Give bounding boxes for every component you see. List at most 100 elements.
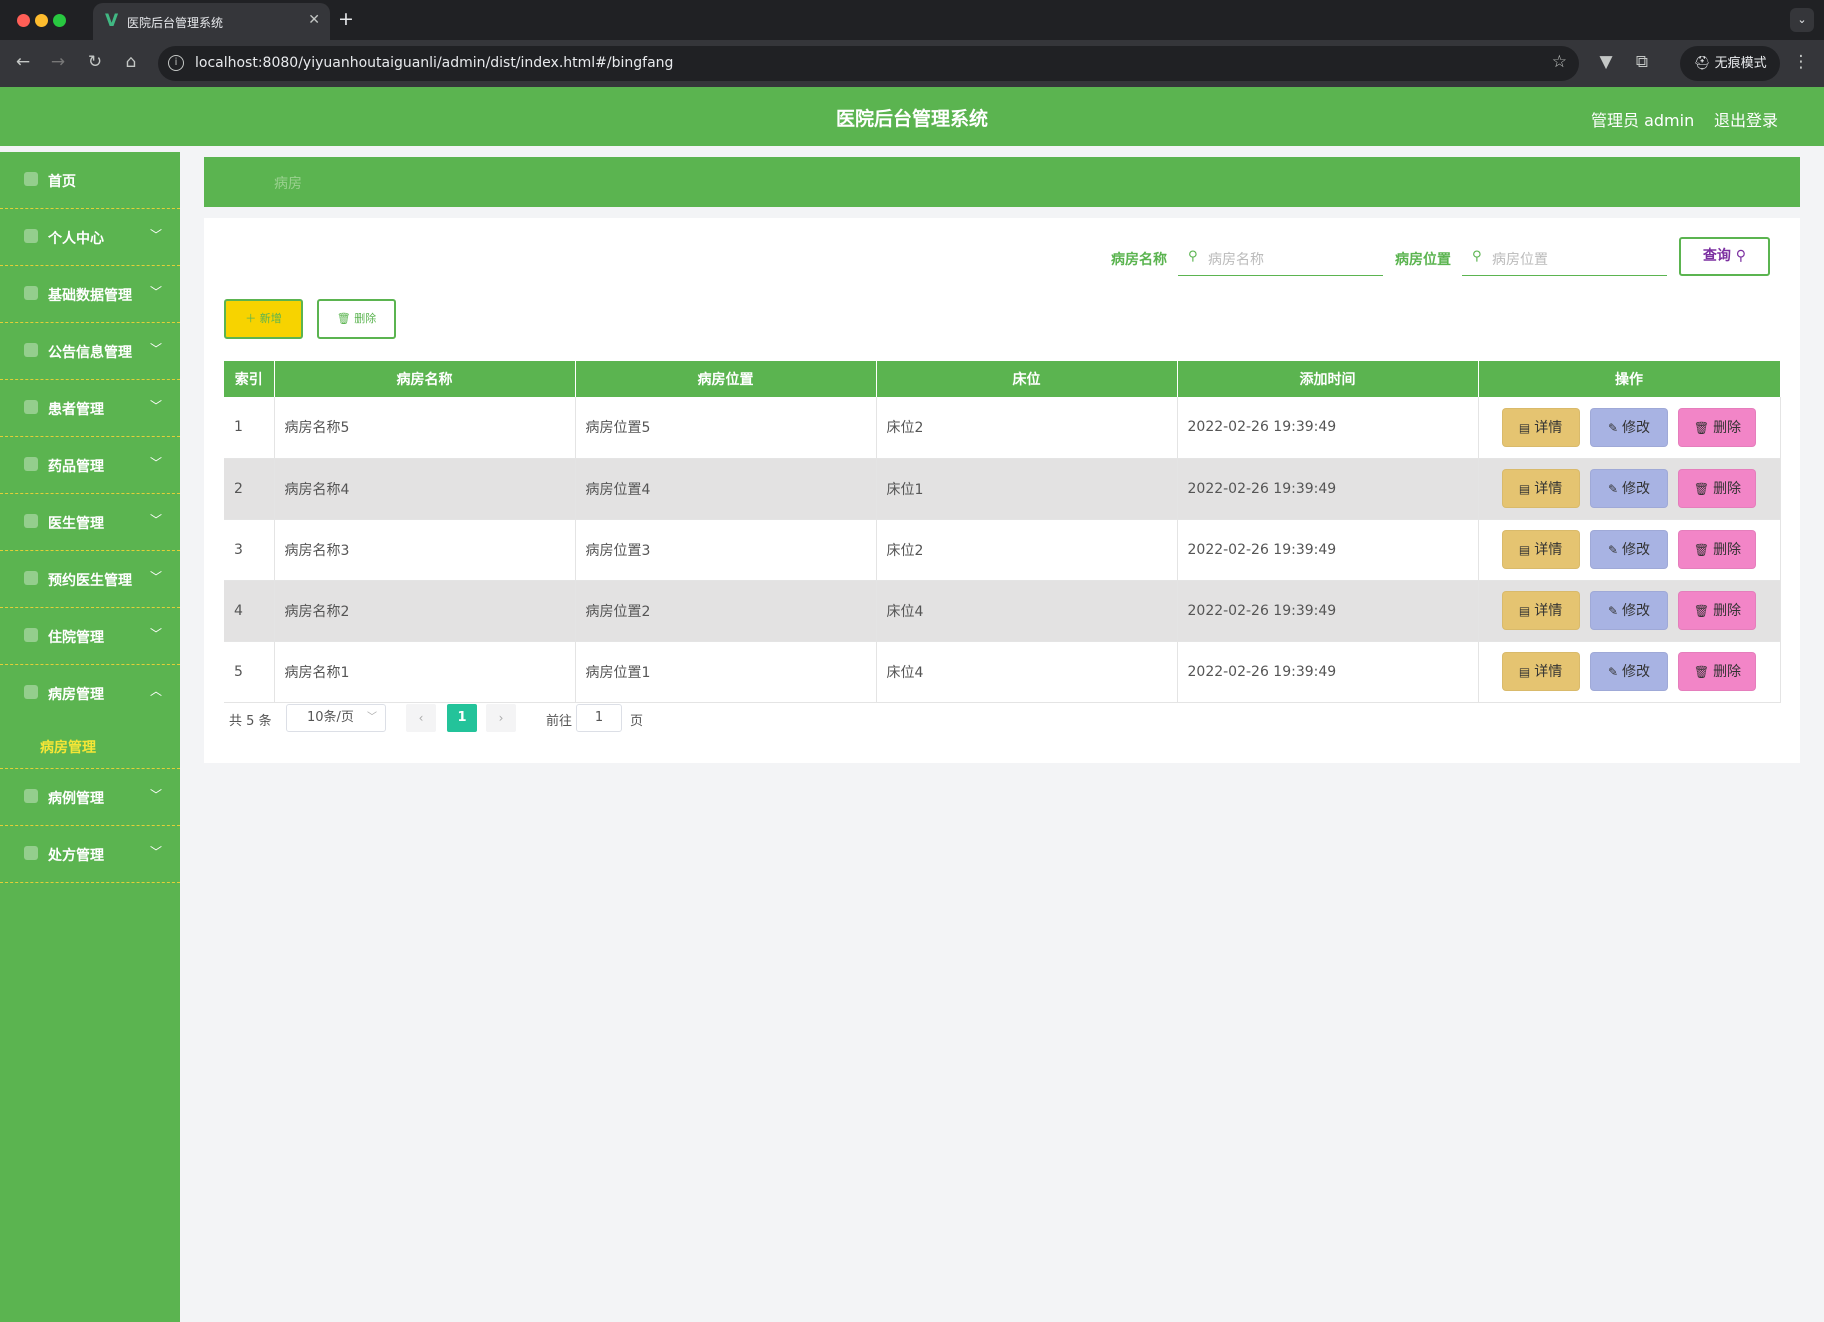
table-row: 3 病房名称3 病房位置3 床位2 2022-02-26 19:39:49 ▤ 详… <box>224 519 1781 581</box>
ward-location-input[interactable]: ⚲ 病房位置 <box>1462 238 1667 276</box>
sidebar-item-profile[interactable]: 个人中心 ﹀ <box>0 209 180 266</box>
delete-button[interactable]: 🗑 删除 <box>1678 530 1757 569</box>
cell-ward-name: 病房名称4 <box>274 458 576 520</box>
sidebar-item-label: 病房管理 <box>48 687 104 703</box>
ward-table: 索引 病房名称 病房位置 床位 添加时间 操作 1 病房名称5 病房位置5 床位… <box>224 361 1781 703</box>
minimize-window-button[interactable] <box>35 14 48 27</box>
sidebar-item-medicine[interactable]: 药品管理 ﹀ <box>0 437 180 494</box>
document-icon: ▤ <box>1518 543 1531 557</box>
sidebar-item-notice[interactable]: 公告信息管理 ﹀ <box>0 323 180 380</box>
extensions-icon[interactable]: ⧉ <box>1631 52 1653 72</box>
detail-button[interactable]: ▤ 详情 <box>1501 652 1580 691</box>
url-text[interactable]: localhost:8080/yiyuanhoutaiguanli/admin/… <box>195 55 673 71</box>
forward-icon[interactable]: → <box>47 52 69 72</box>
edit-button[interactable]: ✎ 修改 <box>1590 652 1668 691</box>
cell-actions: ▤ 详情 ✎ 修改 🗑 删除 <box>1478 580 1781 642</box>
close-window-button[interactable] <box>17 14 30 27</box>
col-index: 索引 <box>224 361 275 397</box>
browser-tab[interactable]: V 医院后台管理系统 ✕ <box>93 3 330 40</box>
edit-label: 修改 <box>1622 664 1651 680</box>
sidebar-item-label: 公告信息管理 <box>48 345 132 361</box>
list-icon <box>24 286 38 300</box>
site-info-icon[interactable]: i <box>168 55 184 71</box>
browser-menu-icon[interactable]: ⋮ <box>1790 52 1812 72</box>
next-page-button[interactable]: › <box>486 704 516 732</box>
sidebar-item-appointment[interactable]: 预约医生管理 ﹀ <box>0 551 180 608</box>
ward-name-input[interactable]: ⚲ 病房名称 <box>1178 238 1383 276</box>
sidebar-subitem-label: 病房管理 <box>40 740 96 756</box>
address-bar[interactable]: i localhost:8080/yiyuanhoutaiguanli/admi… <box>158 46 1579 81</box>
maximize-window-button[interactable] <box>53 14 66 27</box>
detail-button[interactable]: ▤ 详情 <box>1501 530 1580 569</box>
tab-title: 医院后台管理系统 <box>127 16 224 30</box>
notice-icon <box>24 343 38 357</box>
logout-link[interactable]: 退出登录 <box>1714 107 1778 131</box>
current-user: 管理员 admin <box>1591 111 1695 130</box>
cell-ward-location: 病房位置5 <box>575 397 877 459</box>
cell-added-time: 2022-02-26 19:39:49 <box>1177 641 1479 703</box>
batch-delete-button[interactable]: 🗑 删除 <box>317 299 396 339</box>
breadcrumb-item[interactable]: 病房 <box>274 173 302 193</box>
delete-button[interactable]: 🗑 删除 <box>1678 469 1757 508</box>
goto-page-input[interactable]: 1 <box>576 704 622 732</box>
sidebar-item-label: 医生管理 <box>48 516 104 532</box>
app-header: 医院后台管理系统 管理员 admin 退出登录 <box>0 87 1824 146</box>
delete-button[interactable]: 🗑 删除 <box>1678 407 1757 447</box>
sidebar-item-home[interactable]: 首页 <box>0 152 180 209</box>
tab-search-icon[interactable]: ⌄ <box>1790 8 1814 32</box>
back-icon[interactable]: ← <box>12 52 34 72</box>
browser-toolbar: ← → ↻ ⌂ i localhost:8080/yiyuanhoutaigua… <box>0 40 1824 87</box>
sidebar-item-base-data[interactable]: 基础数据管理 ﹀ <box>0 266 180 323</box>
sidebar-item-label: 患者管理 <box>48 402 104 418</box>
new-tab-icon[interactable]: + <box>338 8 354 30</box>
vue-devtools-icon[interactable]: ▼ <box>1595 52 1617 72</box>
detail-button[interactable]: ▤ 详情 <box>1501 469 1580 508</box>
query-button[interactable]: 查询 ⚲ <box>1679 237 1770 276</box>
cell-ward-name: 病房名称2 <box>274 580 576 642</box>
prev-page-button[interactable]: ‹ <box>406 704 436 732</box>
app-title: 医院后台管理系统 <box>835 108 988 130</box>
goto-label: 前往 <box>546 714 573 729</box>
sidebar-item-prescription[interactable]: 处方管理 ﹀ <box>0 826 180 883</box>
edit-button[interactable]: ✎ 修改 <box>1590 530 1668 569</box>
detail-label: 详情 <box>1534 419 1563 436</box>
sidebar-item-label: 病例管理 <box>48 791 104 807</box>
sidebar-item-inpatient[interactable]: 住院管理 ﹀ <box>0 608 180 665</box>
bookmark-star-icon[interactable]: ☆ <box>1552 52 1567 72</box>
table-row: 2 病房名称4 病房位置4 床位1 2022-02-26 19:39:49 ▤ 详… <box>224 458 1781 520</box>
document-icon: ▤ <box>1518 604 1531 618</box>
sidebar-item-patient[interactable]: 患者管理 ﹀ <box>0 380 180 437</box>
add-button[interactable]: ＋ 新增 <box>224 299 303 339</box>
pagination-total: 共 5 条 <box>229 714 272 729</box>
delete-label: 删除 <box>1713 419 1742 436</box>
page-number-current[interactable]: 1 <box>447 704 477 732</box>
page-size-select[interactable]: 10条/页 ﹀ <box>286 704 386 732</box>
edit-button[interactable]: ✎ 修改 <box>1590 469 1668 508</box>
home-browser-icon[interactable]: ⌂ <box>120 52 142 72</box>
trash-icon: 🗑 <box>1693 420 1710 435</box>
sidebar-item-doctor[interactable]: 医生管理 ﹀ <box>0 494 180 551</box>
sidebar-item-case[interactable]: 病例管理 ﹀ <box>0 769 180 826</box>
detail-button[interactable]: ▤ 详情 <box>1501 407 1580 447</box>
cell-ward-name: 病房名称1 <box>274 641 576 703</box>
delete-button[interactable]: 🗑 删除 <box>1678 591 1757 630</box>
sidebar-item-ward[interactable]: 病房管理 ︿ <box>0 665 180 722</box>
edit-button[interactable]: ✎ 修改 <box>1590 591 1668 630</box>
query-label: 查询 <box>1702 248 1731 264</box>
edit-button[interactable]: ✎ 修改 <box>1590 407 1668 447</box>
reload-icon[interactable]: ↻ <box>84 52 106 72</box>
sidebar-item-label: 基础数据管理 <box>48 288 132 304</box>
trash-icon: 🗑 <box>1693 543 1710 557</box>
chevron-down-icon: ﹀ <box>149 513 162 527</box>
detail-button[interactable]: ▤ 详情 <box>1501 591 1580 630</box>
plus-icon: ＋ <box>245 312 260 325</box>
medicine-icon <box>24 457 38 471</box>
delete-label: 删除 <box>1713 542 1742 558</box>
close-tab-icon[interactable]: ✕ <box>308 12 320 28</box>
chevron-down-icon: ﹀ <box>149 845 162 859</box>
delete-button[interactable]: 🗑 删除 <box>1678 652 1757 691</box>
edit-icon: ✎ <box>1607 482 1619 496</box>
incognito-indicator[interactable]: ⛑ 无痕模式 <box>1680 46 1780 81</box>
sidebar-subitem-ward[interactable]: 病房管理 <box>0 722 180 769</box>
trash-icon: 🗑 <box>1693 665 1710 679</box>
